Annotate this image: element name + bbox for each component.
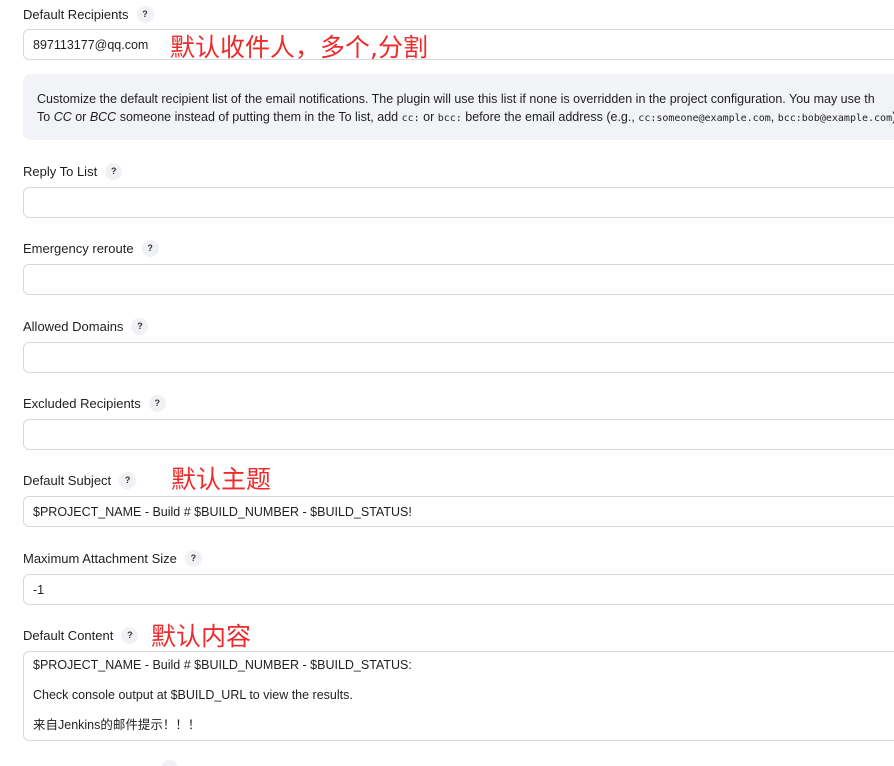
question-icon[interactable]: ?	[105, 162, 123, 180]
question-icon[interactable]: ?	[131, 317, 149, 335]
help-line-2: To CC or BCC someone instead of putting …	[37, 110, 894, 124]
reply-to-list-label: Reply To List	[23, 163, 98, 179]
default-subject-field: Default Subject ? $PROJECT_NAME - Build …	[23, 470, 894, 527]
default-content-label: Default Content	[23, 627, 114, 643]
email-config-page: Default Recipients ? 897113177@qq.com 默认…	[0, 0, 894, 766]
allowed-domains-input[interactable]	[23, 342, 894, 373]
allowed-domains-field: Allowed Domains ?	[23, 316, 894, 373]
emergency-reroute-input[interactable]	[23, 264, 894, 295]
default-content-line: $PROJECT_NAME - Build # $BUILD_NUMBER - …	[33, 658, 412, 672]
default-recipients-annotation: 默认收件人，多个,分割	[170, 33, 428, 62]
default-subject-annotation: 默认主题	[171, 465, 272, 494]
question-icon[interactable]: ?	[148, 394, 166, 412]
question-icon[interactable]: ?	[119, 471, 137, 489]
max-attachment-size-label: Maximum Attachment Size	[23, 550, 177, 566]
default-subject-label: Default Subject	[23, 472, 112, 488]
default-recipients-label-row: Default Recipients ?	[23, 4, 894, 24]
default-content-line: Check console output at $BUILD_URL to vi…	[33, 688, 353, 702]
emergency-reroute-label: Emergency reroute	[23, 240, 134, 256]
max-attachment-size-field: Maximum Attachment Size ? -1	[23, 548, 894, 605]
default-recipients-help-panel: Customize the default recipient list of …	[23, 74, 894, 140]
reply-to-list-input[interactable]	[23, 187, 894, 218]
allowed-domains-label: Allowed Domains	[23, 318, 124, 334]
question-icon[interactable]	[161, 760, 178, 766]
question-icon[interactable]: ?	[136, 5, 154, 23]
default-subject-input[interactable]: $PROJECT_NAME - Build # $BUILD_NUMBER - …	[23, 496, 894, 527]
default-content-annotation: 默认内容	[151, 622, 252, 651]
default-content-line: 来自Jenkins的邮件提示！！！	[33, 718, 201, 732]
excluded-recipients-input[interactable]	[23, 419, 894, 450]
reply-to-list-field: Reply To List ?	[23, 161, 894, 218]
max-attachment-size-input[interactable]: -1	[23, 574, 894, 605]
excluded-recipients-label: Excluded Recipients	[23, 395, 141, 411]
default-recipients-label: Default Recipients	[23, 6, 129, 22]
question-icon[interactable]: ?	[184, 549, 202, 567]
default-recipients-field: Default Recipients ? 897113177@qq.com	[23, 4, 894, 60]
emergency-reroute-field: Emergency reroute ?	[23, 238, 894, 295]
help-line-1: Customize the default recipient list of …	[37, 92, 875, 106]
question-icon[interactable]: ?	[121, 626, 139, 644]
question-icon[interactable]: ?	[141, 239, 159, 257]
default-content-textarea[interactable]: $PROJECT_NAME - Build # $BUILD_NUMBER - …	[23, 651, 894, 741]
default-recipients-input[interactable]: 897113177@qq.com	[23, 29, 894, 60]
excluded-recipients-field: Excluded Recipients ?	[23, 393, 894, 450]
